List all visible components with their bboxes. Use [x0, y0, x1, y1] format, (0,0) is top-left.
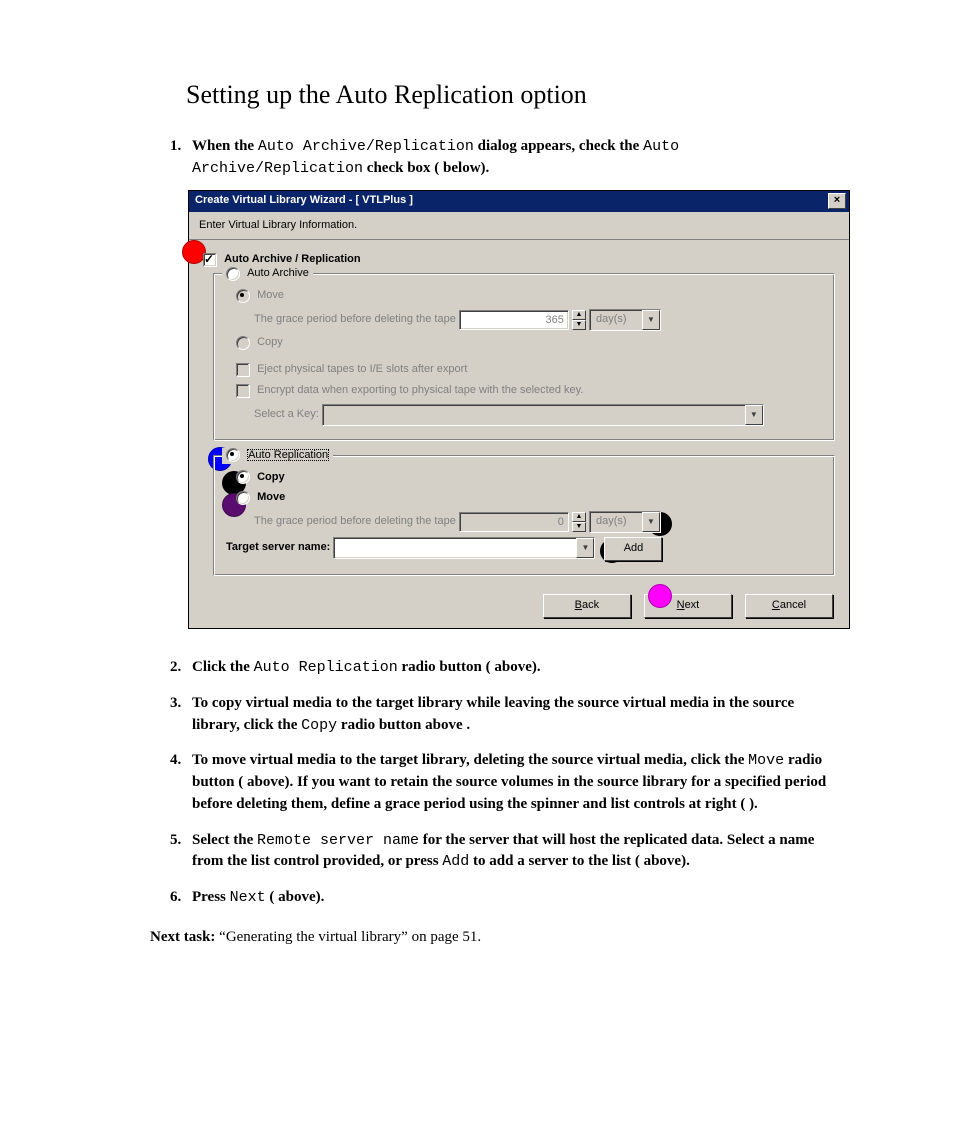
replication-move-radio[interactable] [236, 491, 250, 505]
auto-archive-group: Auto Archive Move The grace period befor… [213, 273, 835, 440]
replication-grace-input[interactable]: 0 [459, 512, 569, 532]
replication-copy-label: Copy [257, 471, 285, 483]
archive-grace-spinner[interactable]: ▲▼ [572, 310, 586, 330]
select-key-label: Select a Key: [254, 408, 319, 420]
eject-label: Eject physical tapes to I/E slots after … [257, 363, 467, 375]
step-6: Press Next ( above). [170, 887, 834, 909]
step-1: When the Auto Archive/Replication dialog… [170, 136, 834, 629]
chevron-down-icon: ▼ [745, 405, 763, 425]
replication-move-label: Move [257, 491, 285, 503]
steps-list: When the Auto Archive/Replication dialog… [170, 136, 834, 909]
auto-replication-radio[interactable] [226, 448, 240, 462]
close-icon[interactable]: × [828, 193, 846, 209]
add-button[interactable]: Add [604, 537, 662, 561]
step-3: To copy virtual media to the target libr… [170, 693, 834, 737]
eject-checkbox[interactable] [236, 363, 250, 377]
archive-move-radio[interactable] [236, 289, 250, 303]
dialog-title: Create Virtual Library Wizard - [ VTLPlu… [195, 193, 413, 209]
encrypt-label: Encrypt data when exporting to physical … [257, 384, 583, 396]
archive-grace-unit-combo[interactable]: day(s) ▼ [589, 309, 661, 331]
step-4: To move virtual media to the target libr… [170, 750, 834, 815]
chevron-down-icon: ▼ [642, 512, 660, 532]
auto-replication-label: Auto Replication [247, 449, 329, 461]
auto-archive-replication-label: Auto Archive / Replication [224, 253, 361, 265]
archive-move-label: Move [257, 289, 284, 301]
button-bar: Back Next Cancel [189, 586, 849, 628]
select-key-combo[interactable]: ▼ [322, 404, 764, 426]
callout-magenta [648, 584, 672, 608]
replication-grace-unit-combo[interactable]: day(s) ▼ [589, 511, 661, 533]
archive-grace-label: The grace period before deleting the tap… [254, 313, 456, 325]
page-title: Setting up the Auto Replication option [186, 80, 834, 110]
dialog-titlebar: Create Virtual Library Wizard - [ VTLPlu… [189, 191, 849, 212]
replication-grace-label: The grace period before deleting the tap… [254, 515, 456, 527]
dialog-subtitle: Enter Virtual Library Information. [189, 212, 849, 241]
auto-archive-replication-checkbox[interactable] [203, 253, 217, 267]
dialog-screenshot: Create Virtual Library Wizard - [ VTLPlu… [188, 190, 850, 630]
replication-grace-spinner[interactable]: ▲▼ [572, 512, 586, 532]
auto-replication-group: Auto Replication Copy Move T [213, 455, 835, 577]
replication-copy-radio[interactable] [236, 470, 250, 484]
auto-archive-radio[interactable] [226, 267, 240, 281]
archive-copy-label: Copy [257, 336, 283, 348]
archive-copy-radio[interactable] [236, 336, 250, 350]
chevron-down-icon: ▼ [576, 538, 594, 558]
step-5: Select the Remote server name for the se… [170, 830, 834, 874]
target-server-combo[interactable]: ▼ [333, 537, 595, 559]
cancel-button[interactable]: Cancel [745, 594, 833, 618]
step-2: Click the Auto Replication radio button … [170, 657, 834, 679]
back-button[interactable]: Back [543, 594, 631, 618]
auto-archive-label: Auto Archive [247, 267, 309, 279]
archive-grace-input[interactable]: 365 [459, 310, 569, 330]
encrypt-checkbox[interactable] [236, 384, 250, 398]
next-task: Next task: “Generating the virtual libra… [150, 929, 834, 946]
target-server-label: Target server name: [226, 541, 330, 553]
chevron-down-icon: ▼ [642, 310, 660, 330]
